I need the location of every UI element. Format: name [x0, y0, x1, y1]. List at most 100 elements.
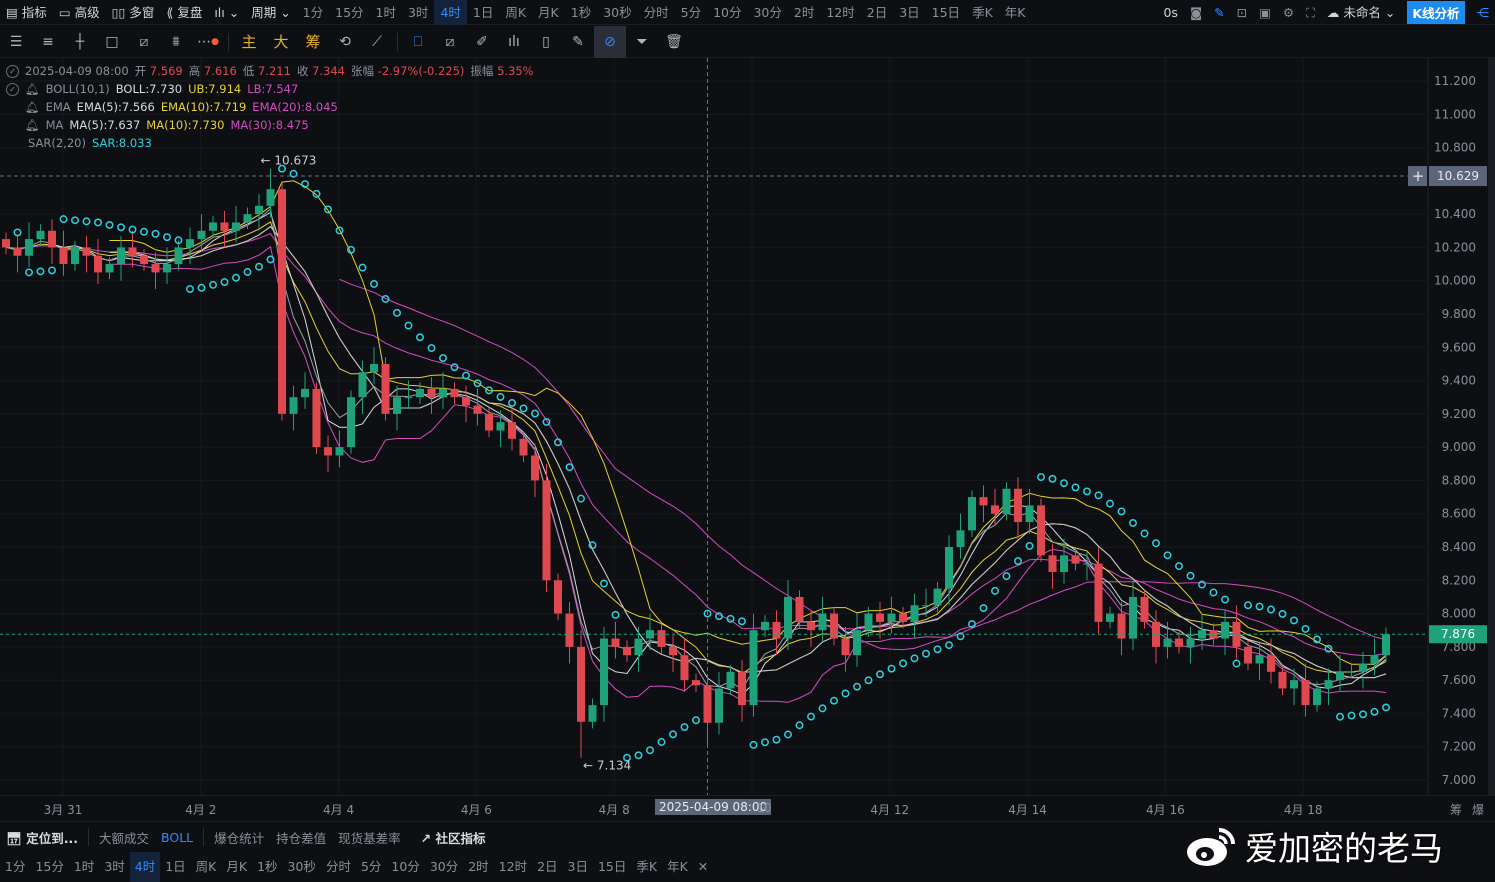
big-trades-button[interactable]: 大 [265, 26, 297, 58]
timeframe-tab[interactable]: 30分 [425, 852, 463, 882]
timeframe-tab[interactable]: 周K [499, 0, 532, 25]
timeframe-tab[interactable]: 1日 [467, 0, 499, 25]
timeframe-tab[interactable]: 1分 [297, 0, 329, 25]
alert-bell-icon[interactable]: 🔔︎ [25, 116, 40, 134]
timeframe-tab[interactable]: 年K [662, 852, 693, 882]
ma30-line [339, 278, 1387, 651]
timeframe-tab[interactable]: 1秒 [565, 0, 597, 25]
timeframe-tab[interactable]: 10分 [707, 0, 747, 25]
timeframe-tab[interactable]: 1秒 [252, 852, 282, 882]
timeframe-tab[interactable]: 月K [221, 852, 252, 882]
bookmark-icon[interactable]: ⎕ [402, 26, 434, 58]
spot-basis-tab[interactable]: 现货基差率 [332, 828, 407, 847]
label: 未命名 [1343, 4, 1381, 20]
large-trades-tab[interactable]: 大额成交 [93, 828, 155, 847]
candlestick-chart[interactable]: 11.200 11.000 10.800 10.400 10.200 10.000 9.80… [0, 58, 1495, 795]
settings-icon[interactable]: ⚙ [1277, 0, 1300, 25]
chart-type-dropdown[interactable]: ılı ⌄ [208, 0, 245, 25]
liquidation-stats-tab[interactable]: 爆仓统计 [208, 828, 270, 847]
main-indicator-button[interactable]: 主 [233, 26, 265, 58]
timeframe-tab[interactable]: 1日 [160, 852, 190, 882]
timeframe-tab[interactable]: 月K [532, 0, 565, 25]
candle-icon[interactable]: ılı [498, 26, 530, 58]
period-dropdown[interactable]: 周期 ⌄ [245, 0, 296, 25]
layout-name-dropdown[interactable]: ☁ 未命名 ⌄ [1321, 0, 1401, 25]
pencil-icon[interactable]: ✎ [1208, 0, 1230, 25]
timeframe-tab[interactable]: 3时 [99, 852, 129, 882]
timeframe-tab[interactable]: 季K [631, 852, 662, 882]
share-icon[interactable]: ⋲ [1471, 0, 1495, 25]
parallel-lines-icon[interactable]: ☰ [0, 26, 32, 58]
timeframe-tab[interactable]: 分时 [638, 0, 675, 25]
candle-body [450, 388, 459, 398]
measure-icon[interactable]: ⩩ [160, 26, 192, 58]
timeframe-tab[interactable]: 5分 [675, 0, 707, 25]
template-icon[interactable]: ▣ [1253, 0, 1277, 25]
close-icon[interactable]: ✕ [693, 852, 713, 882]
trash-icon[interactable]: 🗑 [658, 26, 690, 58]
lock-icon[interactable]: ▯ [530, 26, 562, 58]
timeframe-tab[interactable]: 周K [191, 852, 222, 882]
collapse-icon[interactable]: ✓ [6, 64, 19, 78]
timeframe-tab[interactable]: 季K [966, 0, 999, 25]
timeframe-tab[interactable]: 1时 [69, 852, 99, 882]
open-interest-diff-tab[interactable]: 持仓差值 [270, 828, 332, 847]
locate-button[interactable]: 📅︎ 定位到... [0, 828, 84, 847]
multi-window-menu[interactable]: ▯▯ 多窗 [106, 0, 161, 25]
timeframe-tab[interactable]: 30秒 [283, 852, 321, 882]
camera-icon[interactable]: ◙ [1184, 0, 1208, 25]
timeframe-tab[interactable]: 1分 [0, 852, 30, 882]
timeframe-tab[interactable]: 3日 [893, 0, 925, 25]
timeframe-tab[interactable]: 4时 [434, 0, 467, 25]
link-icon[interactable]: ⊘ [594, 25, 626, 58]
timeframe-tab[interactable]: 10分 [386, 852, 424, 882]
boll-tab[interactable]: BOLL [155, 830, 199, 845]
timeframe-tab[interactable]: 15分 [329, 0, 369, 25]
alert-bell-icon[interactable]: 🔔︎ [25, 80, 40, 98]
timeframe-tab[interactable]: 12时 [820, 0, 860, 25]
liquidation-toggle[interactable]: 爆 [1472, 801, 1484, 818]
timeframe-tab[interactable]: 15日 [593, 852, 631, 882]
timeframe-tab[interactable]: 15日 [926, 0, 966, 25]
timeframe-tab[interactable]: 30秒 [597, 0, 637, 25]
chip-toggle[interactable]: 筹 [1450, 801, 1462, 818]
timeframe-tab[interactable]: 5分 [356, 852, 386, 882]
edit-icon[interactable]: ✎ [562, 26, 594, 58]
timeframe-tab[interactable]: 年K [999, 0, 1032, 25]
crosshair-line-icon[interactable]: ┼ [64, 26, 96, 58]
filter-icon[interactable]: ⏷ [626, 26, 658, 58]
ruler-icon[interactable]: ⧄ [128, 26, 160, 58]
sync-icon[interactable]: ⟲ [329, 26, 361, 58]
time-tick: 4月 18 [1283, 803, 1323, 817]
timeframe-tab[interactable]: 1时 [370, 0, 402, 25]
magnet-icon[interactable]: ⟋ [361, 26, 393, 58]
timeframe-tab[interactable]: 2时 [788, 0, 820, 25]
community-indicators-button[interactable]: ↗ 社区指标 [415, 828, 492, 847]
k-analysis-button[interactable]: K线分析 [1407, 0, 1465, 24]
timeframe-tab[interactable]: 2时 [463, 852, 493, 882]
timeframe-tab[interactable]: 4时 [129, 852, 161, 882]
eraser-icon[interactable]: ⧄ [434, 26, 466, 58]
time-axis[interactable]: 3月 31 4月 2 4月 4 4月 6 4月 8 4月 12 4月 14 4月 16 4月 1… [0, 795, 1495, 820]
alert-bell-icon[interactable]: 🔔︎ [25, 98, 40, 116]
chip-distribution-button[interactable]: 筹 [297, 26, 329, 58]
advanced-menu[interactable]: ▭ 高级 [53, 0, 106, 25]
rectangle-icon[interactable]: □ [96, 26, 128, 58]
timeframe-tab[interactable]: 3时 [402, 0, 434, 25]
timeframe-tab[interactable]: 2日 [532, 852, 562, 882]
timeframe-tab[interactable]: 15分 [30, 852, 68, 882]
horizontal-lines-icon[interactable]: ≡ [32, 26, 64, 58]
collapse-icon[interactable]: ✓ [6, 82, 19, 96]
timeframe-tab[interactable]: 2日 [861, 0, 893, 25]
replay-menu[interactable]: ⟪ 复盘 [160, 0, 208, 25]
brush-icon[interactable]: ✐ [466, 26, 498, 58]
timeframe-tab[interactable]: 分时 [321, 852, 356, 882]
timeframe-tab[interactable]: 12时 [494, 852, 532, 882]
timeframe-tab[interactable]: 30分 [747, 0, 787, 25]
more-icon[interactable]: ⋯ ● [192, 26, 224, 58]
sar-dot [1221, 595, 1229, 604]
timeframe-tab[interactable]: 3日 [563, 852, 593, 882]
indicator-menu[interactable]: ▤ 指标 [0, 0, 53, 25]
add-window-icon[interactable]: ⊡ [1231, 0, 1253, 25]
fullscreen-icon[interactable]: ⛶ [1300, 0, 1321, 25]
